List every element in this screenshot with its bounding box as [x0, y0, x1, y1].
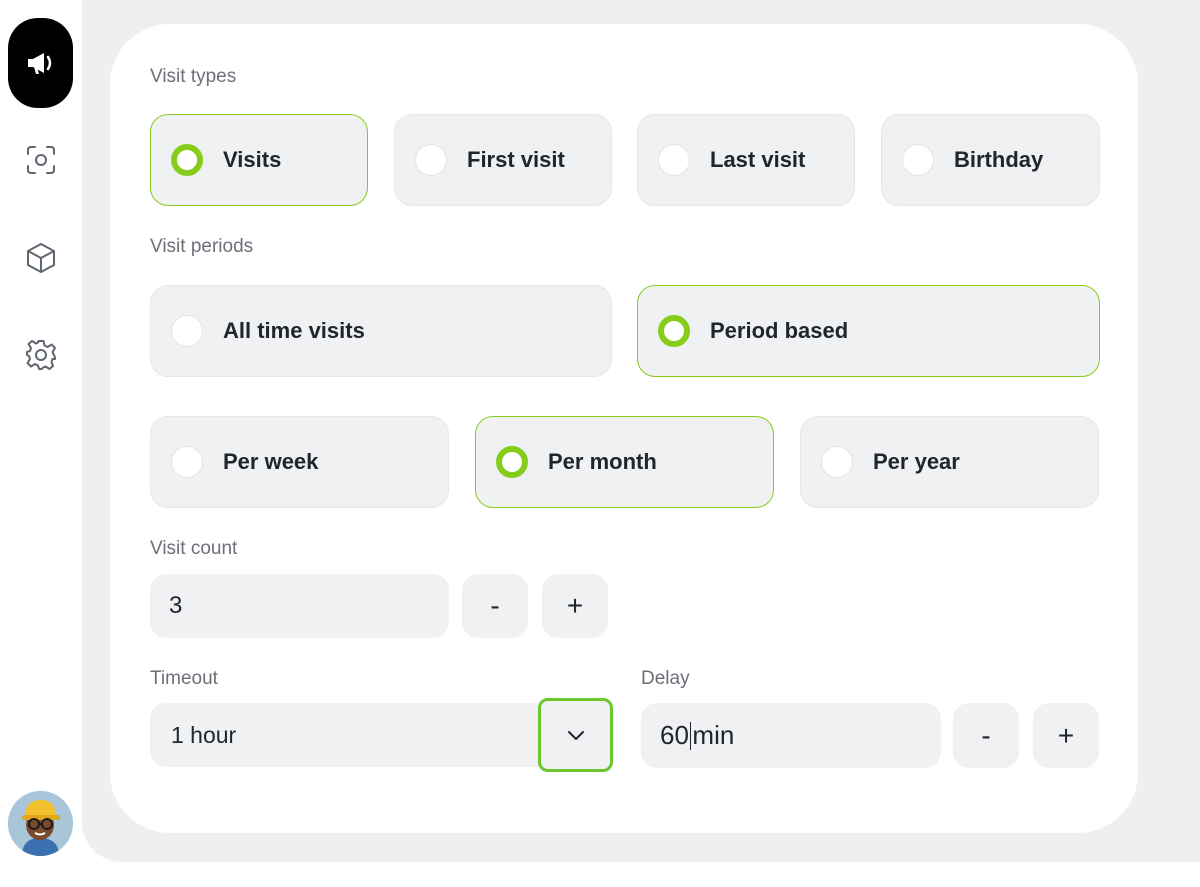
timeout-heading: Timeout [150, 668, 218, 689]
visit-count-decrement-button[interactable]: - [462, 574, 528, 638]
scan-icon [26, 145, 55, 174]
nav-scan[interactable] [8, 127, 73, 192]
visit-periods-heading: Visit periods [150, 236, 254, 257]
timeout-value: 1 hour [171, 721, 237, 748]
avatar-image [8, 791, 73, 856]
delay-value: 60 [660, 720, 689, 750]
avatar[interactable] [8, 791, 73, 856]
option-period-based[interactable]: Period based [637, 285, 1100, 377]
sidebar [0, 0, 82, 887]
delay-heading: Delay [641, 668, 690, 689]
option-birthday[interactable]: Birthday [881, 114, 1100, 206]
delay-input[interactable]: 60 min [641, 703, 941, 768]
megaphone-icon [27, 53, 51, 74]
option-label: Last visit [710, 147, 806, 172]
option-label: Per week [223, 449, 319, 474]
delay-decrement-button[interactable]: - [953, 703, 1019, 768]
nav-settings[interactable] [8, 322, 73, 387]
visit-types-heading: Visit types [150, 66, 237, 87]
visit-count-value: 3 [169, 592, 183, 619]
radio-indicator [171, 144, 203, 176]
option-last-visit[interactable]: Last visit [637, 114, 855, 206]
box-icon [26, 242, 55, 273]
radio-indicator [171, 446, 203, 478]
nav-products[interactable] [8, 225, 73, 290]
option-per-year[interactable]: Per year [800, 416, 1099, 508]
radio-indicator [821, 446, 853, 478]
option-label: Per year [873, 449, 960, 474]
radio-indicator [658, 315, 690, 347]
option-label: All time visits [223, 318, 365, 343]
option-per-month[interactable]: Per month [475, 416, 774, 508]
option-all-time-visits[interactable]: All time visits [150, 285, 612, 377]
option-first-visit[interactable]: First visit [394, 114, 612, 206]
option-per-week[interactable]: Per week [150, 416, 449, 508]
timeout-dropdown-button[interactable] [538, 698, 613, 772]
nav-campaigns[interactable] [8, 18, 73, 108]
option-label: Visits [223, 147, 282, 172]
radio-indicator [658, 144, 690, 176]
gear-icon [25, 339, 56, 370]
delay-increment-button[interactable]: + [1033, 703, 1099, 768]
option-label: Birthday [954, 147, 1044, 172]
chevron-down-icon [567, 731, 584, 740]
radio-indicator [415, 144, 447, 176]
radio-indicator [902, 144, 934, 176]
option-label: First visit [467, 147, 565, 172]
text-cursor [689, 721, 692, 750]
visit-count-heading: Visit count [150, 538, 238, 559]
visit-count-input[interactable]: 3 [150, 574, 449, 638]
radio-indicator [171, 315, 203, 347]
delay-unit: min [692, 720, 735, 750]
option-visits[interactable]: Visits [150, 114, 368, 206]
visit-count-increment-button[interactable]: + [542, 574, 608, 638]
option-label: Period based [710, 318, 849, 343]
option-label: Per month [548, 449, 657, 474]
radio-indicator [496, 446, 528, 478]
